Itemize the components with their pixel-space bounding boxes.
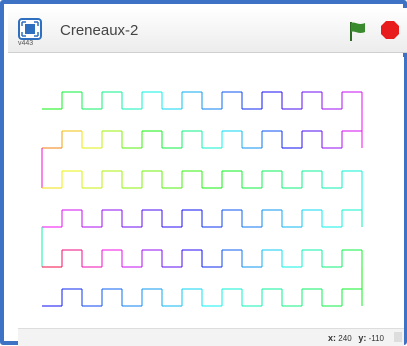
y-label: y: [358,333,367,343]
stop-icon[interactable] [380,20,400,40]
status-bar: x: 240 y: -110 [18,328,404,346]
fullscreen-icon[interactable] [18,18,42,40]
resize-handle[interactable] [394,332,402,342]
x-label: x: [328,333,337,343]
y-value: -110 [368,334,384,343]
project-title: Creneaux-2 [60,22,139,39]
title-bar: v443 Creneaux-2 [8,8,407,53]
x-value: 240 [338,334,352,343]
mouse-coordinates: x: 240 y: -110 [328,333,384,343]
version-label: v443 [18,40,34,47]
player-window: v443 Creneaux-2 x: 240 y: -110 [0,0,407,346]
green-flag-icon[interactable] [348,20,368,42]
stage-canvas[interactable] [18,57,404,328]
